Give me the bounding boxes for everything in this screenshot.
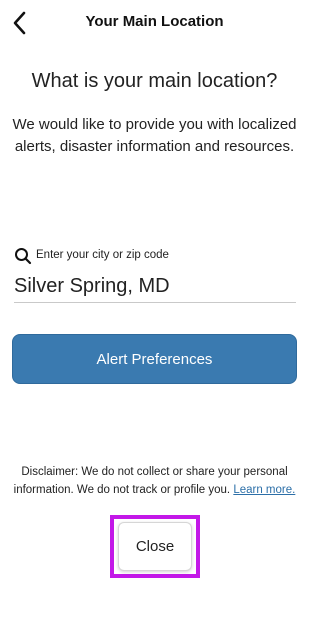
learn-more-link[interactable]: Learn more. — [233, 484, 295, 496]
page-title: Your Main Location — [85, 13, 224, 30]
header-bar: Your Main Location — [0, 0, 309, 46]
close-button[interactable]: Close — [118, 522, 192, 571]
search-icon — [15, 248, 32, 265]
alert-preferences-button[interactable]: Alert Preferences — [12, 334, 297, 384]
location-question-heading: What is your main location? — [31, 70, 278, 92]
location-description: We would like to provide you with locali… — [12, 116, 297, 155]
search-field-label: Enter your city or zip code — [36, 249, 169, 261]
location-input[interactable] — [14, 270, 296, 303]
disclaimer-text: Disclaimer: We do not collect or share y… — [6, 464, 303, 499]
search-label-row: Enter your city or zip code — [14, 245, 169, 265]
